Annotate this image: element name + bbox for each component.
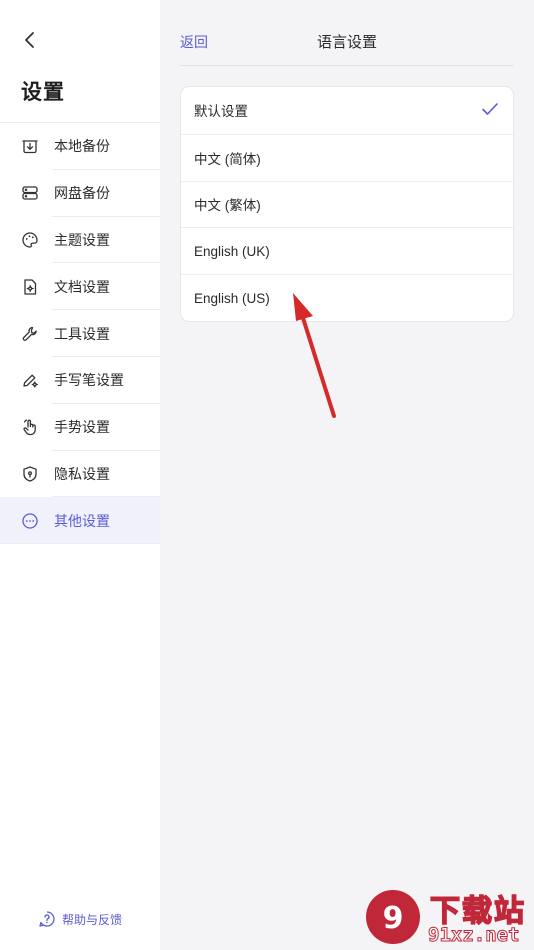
sidebar-item-label: 其他设置 [54,512,110,529]
back-button[interactable] [16,26,44,54]
language-option-label: 中文 (繁体) [194,198,261,214]
main-panel: 返回 语言设置 默认设置 中文 (简体) 中文 (繁体) English (UK… [160,0,534,950]
local-backup-icon [20,136,40,156]
watermark-logo-icon: 9 [366,890,420,944]
sidebar-item-tools[interactable]: 工具设置 [0,310,160,357]
settings-menu: 本地备份 网盘备份 主题设置 文档设置 工具设置 手写笔设置 手势设置 隐私设置… [0,122,160,545]
site-watermark: 9 下载站 91xz.net [360,880,534,950]
chevron-left-icon [25,32,34,48]
page-title: 语言设置 [316,34,377,51]
sidebar-item-label: 手势设置 [54,419,110,436]
sidebar-title: 设置 [21,81,65,104]
sidebar-item-label: 手写笔设置 [54,372,124,389]
svg-text:9: 9 [383,901,404,936]
pen-settings-icon [20,370,40,390]
top-bar: 返回 语言设置 [180,22,514,66]
sidebar-item-label: 本地备份 [54,138,110,155]
more-icon [20,511,40,531]
cloud-backup-icon [20,183,40,203]
help-icon [39,911,55,927]
sidebar-item-local-backup[interactable]: 本地备份 [0,123,160,170]
help-feedback-link[interactable]: 帮助与反馈 [38,910,122,928]
sidebar-item-label: 主题设置 [54,231,110,248]
sidebar-item-other[interactable]: 其他设置 [0,497,160,545]
sidebar-item-label: 网盘备份 [54,185,110,202]
shield-icon [20,464,40,484]
sidebar-item-document[interactable]: 文档设置 [0,263,160,310]
sidebar-item-label: 文档设置 [54,278,110,295]
sidebar-item-label: 隐私设置 [54,465,110,482]
sidebar-item-pen[interactable]: 手写笔设置 [0,357,160,404]
language-option-en-uk[interactable]: English (UK) [181,227,513,274]
sidebar-item-privacy[interactable]: 隐私设置 [0,451,160,498]
language-option-label: English (US) [194,290,270,306]
sidebar-item-gesture[interactable]: 手势设置 [0,404,160,451]
language-options-card: 默认设置 中文 (简体) 中文 (繁体) English (UK) Englis… [180,86,514,322]
language-option-label: 默认设置 [194,104,248,120]
language-option-label: 中文 (简体) [194,151,261,167]
help-feedback-label: 帮助与反馈 [62,912,123,927]
sidebar-item-cloud-backup[interactable]: 网盘备份 [0,170,160,217]
watermark-domain: 91xz.net [428,924,521,947]
language-option-zh-hans[interactable]: 中文 (简体) [181,133,513,181]
checkmark-icon [482,103,498,115]
sidebar: 设置 本地备份 网盘备份 主题设置 文档设置 工具设置 手写笔设置 手势设置 隐… [0,0,160,950]
wrench-icon [20,324,40,344]
sidebar-item-label: 工具设置 [54,325,110,342]
language-option-label: English (UK) [194,243,270,259]
hand-gesture-icon [20,417,40,437]
palette-icon [20,230,40,250]
language-option-zh-hant[interactable]: 中文 (繁体) [181,180,513,228]
language-option-default[interactable]: 默认设置 [181,87,513,134]
document-settings-icon [20,277,40,297]
sidebar-item-theme[interactable]: 主题设置 [0,217,160,264]
language-option-en-us[interactable]: English (US) [181,274,513,321]
